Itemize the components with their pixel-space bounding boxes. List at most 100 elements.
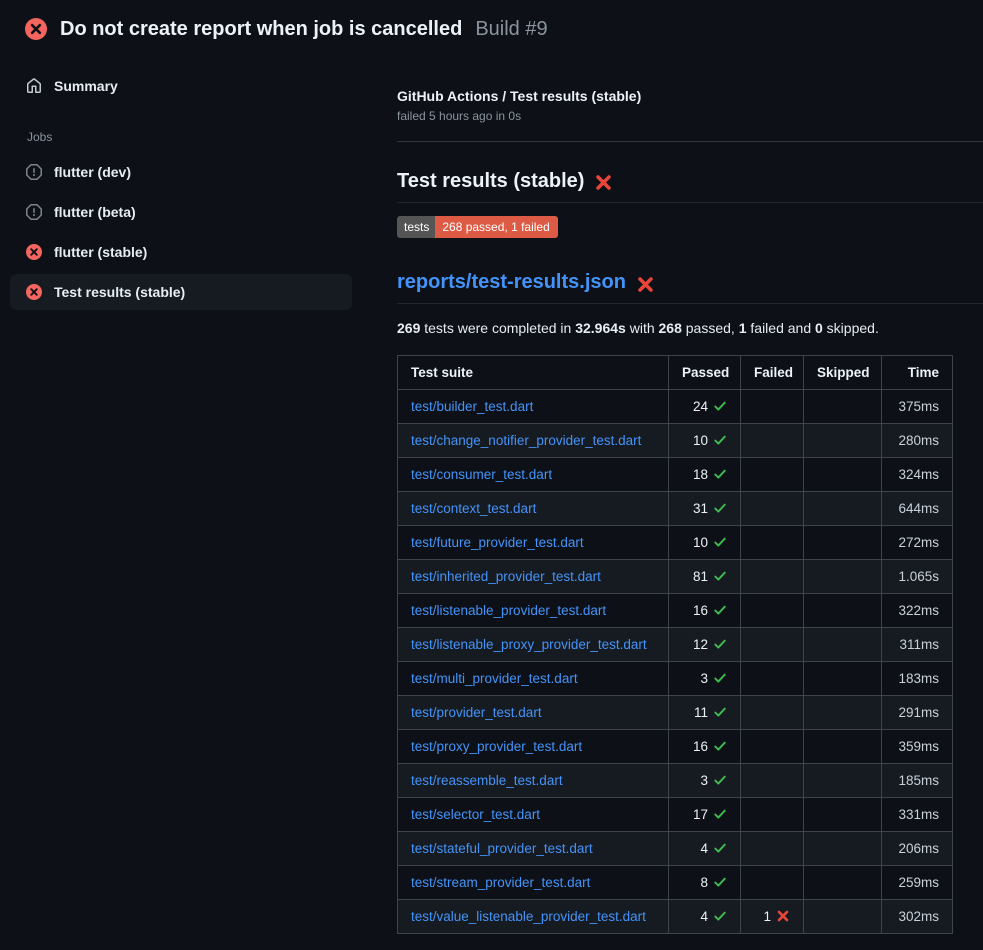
- passed-cell: 11: [669, 696, 741, 730]
- check-icon: [713, 603, 727, 617]
- passed-count: 12: [693, 637, 708, 652]
- table-row: test/consumer_test.dart 18 324ms: [398, 458, 953, 492]
- tests-status-badge: tests 268 passed, 1 failed: [397, 216, 558, 238]
- table-row: test/selector_test.dart 17 331ms: [398, 798, 953, 832]
- passed-cell: 3: [669, 662, 741, 696]
- time-cell: 644ms: [882, 492, 953, 526]
- home-icon: [26, 78, 42, 94]
- suite-cell: test/reassemble_test.dart: [398, 764, 669, 798]
- time-value: 324ms: [898, 467, 939, 482]
- sidebar-item-flutter-stable[interactable]: flutter (stable): [10, 234, 352, 270]
- sidebar-item-flutter-dev[interactable]: flutter (dev): [10, 154, 352, 190]
- sidebar-item-flutter-beta[interactable]: flutter (beta): [10, 194, 352, 230]
- time-value: 644ms: [898, 501, 939, 516]
- time-value: 291ms: [898, 705, 939, 720]
- suite-link[interactable]: test/listenable_provider_test.dart: [411, 603, 606, 618]
- col-header-test-suite: Test suite: [398, 356, 669, 390]
- suite-cell: test/change_notifier_provider_test.dart: [398, 424, 669, 458]
- suite-link[interactable]: test/consumer_test.dart: [411, 467, 552, 482]
- passed-cell: 24: [669, 390, 741, 424]
- suite-link[interactable]: test/multi_provider_test.dart: [411, 671, 578, 686]
- time-cell: 324ms: [882, 458, 953, 492]
- table-row: test/value_listenable_provider_test.dart…: [398, 900, 953, 934]
- table-row: test/listenable_provider_test.dart 16 32…: [398, 594, 953, 628]
- suite-link[interactable]: test/inherited_provider_test.dart: [411, 569, 601, 584]
- failed-cell: [741, 730, 804, 764]
- table-row: test/proxy_provider_test.dart 16 359ms: [398, 730, 953, 764]
- suite-link[interactable]: test/listenable_proxy_provider_test.dart: [411, 637, 647, 652]
- summary-text: failed and: [747, 320, 816, 336]
- suite-link[interactable]: test/stream_provider_test.dart: [411, 875, 590, 890]
- cancelled-stop-icon: [26, 164, 42, 180]
- failed-cell: [741, 526, 804, 560]
- passed-count: 3: [700, 773, 708, 788]
- suite-link[interactable]: test/selector_test.dart: [411, 807, 540, 822]
- report-file-link[interactable]: reports/test-results.json: [397, 271, 626, 294]
- passed-cell: 10: [669, 424, 741, 458]
- sidebar-item-summary[interactable]: Summary: [10, 68, 352, 104]
- passed-cell: 12: [669, 628, 741, 662]
- failed-x-icon: [594, 173, 613, 192]
- time-cell: 302ms: [882, 900, 953, 934]
- suite-link[interactable]: test/reassemble_test.dart: [411, 773, 563, 788]
- table-body: test/builder_test.dart 24 375ms test/cha…: [398, 390, 953, 934]
- table-row: test/multi_provider_test.dart 3 183ms: [398, 662, 953, 696]
- skipped-cell: [804, 730, 882, 764]
- build-number: Build #9: [475, 18, 547, 41]
- badge-label: tests: [397, 216, 435, 238]
- failed-count: 1: [763, 909, 771, 924]
- passed-cell: 17: [669, 798, 741, 832]
- suite-link[interactable]: test/provider_test.dart: [411, 705, 542, 720]
- summary-text: with: [626, 320, 659, 336]
- suite-link[interactable]: test/future_provider_test.dart: [411, 535, 584, 550]
- time-value: 183ms: [898, 671, 939, 686]
- passed-count: 10: [693, 433, 708, 448]
- passed-count: 10: [693, 535, 708, 550]
- suite-link[interactable]: test/context_test.dart: [411, 501, 536, 516]
- suite-link[interactable]: test/builder_test.dart: [411, 399, 533, 414]
- suite-link[interactable]: test/value_listenable_provider_test.dart: [411, 909, 646, 924]
- run-status-line: failed 5 hours ago in 0s: [397, 109, 983, 123]
- divider: [397, 141, 983, 142]
- workflow-title: Do not create report when job is cancell…: [60, 17, 462, 41]
- suite-link[interactable]: test/stateful_provider_test.dart: [411, 841, 593, 856]
- jobs-sidebar: Summary Jobs flutter (dev) flutter (beta…: [0, 54, 381, 310]
- table-row: test/stateful_provider_test.dart 4 206ms: [398, 832, 953, 866]
- suite-link[interactable]: test/change_notifier_provider_test.dart: [411, 433, 641, 448]
- table-row: test/reassemble_test.dart 3 185ms: [398, 764, 953, 798]
- suite-cell: test/builder_test.dart: [398, 390, 669, 424]
- suite-cell: test/consumer_test.dart: [398, 458, 669, 492]
- passed-count: 16: [693, 739, 708, 754]
- summary-duration: 32.964s: [575, 320, 626, 336]
- failed-cell: [741, 458, 804, 492]
- time-cell: 1.065s: [882, 560, 953, 594]
- passed-count: 24: [693, 399, 708, 414]
- passed-count: 16: [693, 603, 708, 618]
- passed-cell: 4: [669, 832, 741, 866]
- check-icon: [713, 807, 727, 821]
- skipped-cell: [804, 832, 882, 866]
- time-cell: 280ms: [882, 424, 953, 458]
- section-title: Test results (stable): [397, 170, 983, 203]
- time-cell: 259ms: [882, 866, 953, 900]
- time-value: 185ms: [898, 773, 939, 788]
- passed-cell: 16: [669, 594, 741, 628]
- summary-total: 269: [397, 320, 420, 336]
- suite-link[interactable]: test/proxy_provider_test.dart: [411, 739, 582, 754]
- failed-cell: [741, 764, 804, 798]
- table-row: test/stream_provider_test.dart 8 259ms: [398, 866, 953, 900]
- table-row: test/change_notifier_provider_test.dart …: [398, 424, 953, 458]
- passed-cell: 4: [669, 900, 741, 934]
- passed-cell: 10: [669, 526, 741, 560]
- time-cell: 359ms: [882, 730, 953, 764]
- time-value: 311ms: [899, 637, 939, 652]
- job-label: Test results (stable): [54, 284, 185, 300]
- badge-value: 268 passed, 1 failed: [435, 216, 557, 238]
- time-value: 206ms: [898, 841, 939, 856]
- sidebar-item-test-results-stable[interactable]: Test results (stable): [10, 274, 352, 310]
- failed-cell: [741, 832, 804, 866]
- jobs-section-heading: Jobs: [10, 130, 352, 144]
- time-cell: 183ms: [882, 662, 953, 696]
- failed-x-circle-icon: [26, 244, 42, 260]
- check-icon: [713, 909, 727, 923]
